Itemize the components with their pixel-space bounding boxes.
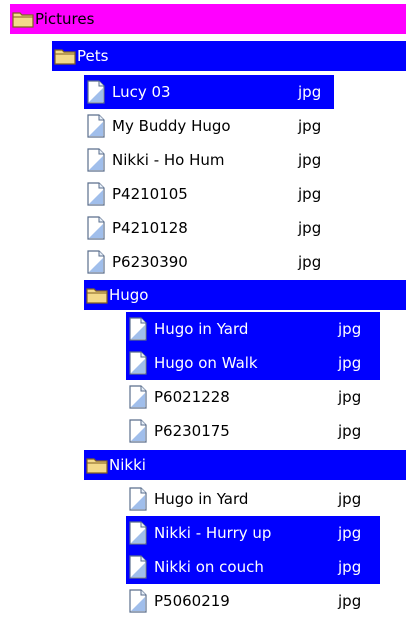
file-name: Nikki - Ho Hum bbox=[112, 151, 225, 169]
image-file-icon bbox=[128, 521, 148, 545]
file-extension: jpg bbox=[298, 117, 322, 135]
file-extension: jpg bbox=[298, 83, 322, 101]
file-extension: jpg bbox=[338, 558, 362, 576]
folder-label: Pictures bbox=[35, 10, 95, 28]
file-extension: jpg bbox=[298, 185, 322, 203]
file-name: Lucy 03 bbox=[112, 83, 171, 101]
file-extension: jpg bbox=[338, 490, 362, 508]
folder-label: Pets bbox=[77, 47, 109, 65]
file-row[interactable]: P6230390 jpg bbox=[84, 245, 334, 279]
image-file-icon bbox=[128, 317, 148, 341]
file-name: P4210128 bbox=[112, 219, 188, 237]
file-row[interactable]: Nikki on couch jpg bbox=[126, 550, 380, 584]
file-name: Nikki - Hurry up bbox=[154, 524, 272, 542]
tree-folder-nikki[interactable]: Nikki bbox=[84, 450, 406, 480]
image-file-icon bbox=[86, 114, 106, 138]
file-row[interactable]: P5060219 jpg bbox=[126, 584, 380, 618]
file-row[interactable]: Hugo on Walk jpg bbox=[126, 346, 380, 380]
folder-icon bbox=[54, 49, 76, 65]
image-file-icon bbox=[128, 385, 148, 409]
file-name: Hugo in Yard bbox=[154, 490, 249, 508]
file-row[interactable]: Nikki - Hurry up jpg bbox=[126, 516, 380, 550]
folder-icon bbox=[12, 12, 34, 28]
file-extension: jpg bbox=[338, 524, 362, 542]
image-file-icon bbox=[86, 80, 106, 104]
image-file-icon bbox=[86, 250, 106, 274]
image-file-icon bbox=[86, 148, 106, 172]
image-file-icon bbox=[128, 351, 148, 375]
file-name: P6230175 bbox=[154, 422, 230, 440]
file-name: P6021228 bbox=[154, 388, 230, 406]
file-extension: jpg bbox=[298, 253, 322, 271]
file-row[interactable]: Nikki - Ho Hum jpg bbox=[84, 143, 334, 177]
image-file-icon bbox=[86, 182, 106, 206]
file-name: Hugo on Walk bbox=[154, 354, 258, 372]
tree-folder-hugo[interactable]: Hugo bbox=[84, 280, 406, 310]
folder-label: Hugo bbox=[109, 286, 149, 304]
file-name: P4210105 bbox=[112, 185, 188, 203]
file-extension: jpg bbox=[338, 388, 362, 406]
file-row[interactable]: P4210105 jpg bbox=[84, 177, 334, 211]
image-file-icon bbox=[128, 419, 148, 443]
file-extension: jpg bbox=[338, 320, 362, 338]
folder-icon bbox=[86, 288, 108, 304]
file-name: P6230390 bbox=[112, 253, 188, 271]
image-file-icon bbox=[128, 555, 148, 579]
file-name: Hugo in Yard bbox=[154, 320, 249, 338]
folder-icon bbox=[86, 458, 108, 474]
image-file-icon bbox=[128, 589, 148, 613]
file-row[interactable]: Hugo in Yard jpg bbox=[126, 312, 380, 346]
tree-folder-pets[interactable]: Pets bbox=[52, 41, 406, 71]
file-row[interactable]: P6021228 jpg bbox=[126, 380, 380, 414]
image-file-icon bbox=[86, 216, 106, 240]
image-file-icon bbox=[128, 487, 148, 511]
file-row[interactable]: My Buddy Hugo jpg bbox=[84, 109, 334, 143]
file-name: Nikki on couch bbox=[154, 558, 264, 576]
folder-label: Nikki bbox=[109, 456, 146, 474]
file-row[interactable]: Hugo in Yard jpg bbox=[126, 482, 380, 516]
tree-folder-pictures[interactable]: Pictures bbox=[10, 4, 406, 34]
file-name: P5060219 bbox=[154, 592, 230, 610]
file-row[interactable]: P6230175 jpg bbox=[126, 414, 380, 448]
file-extension: jpg bbox=[338, 422, 362, 440]
file-row[interactable]: P4210128 jpg bbox=[84, 211, 334, 245]
file-extension: jpg bbox=[338, 354, 362, 372]
file-extension: jpg bbox=[298, 151, 322, 169]
file-name: My Buddy Hugo bbox=[112, 117, 231, 135]
file-row[interactable]: Lucy 03 jpg bbox=[84, 75, 334, 109]
file-extension: jpg bbox=[338, 592, 362, 610]
file-extension: jpg bbox=[298, 219, 322, 237]
